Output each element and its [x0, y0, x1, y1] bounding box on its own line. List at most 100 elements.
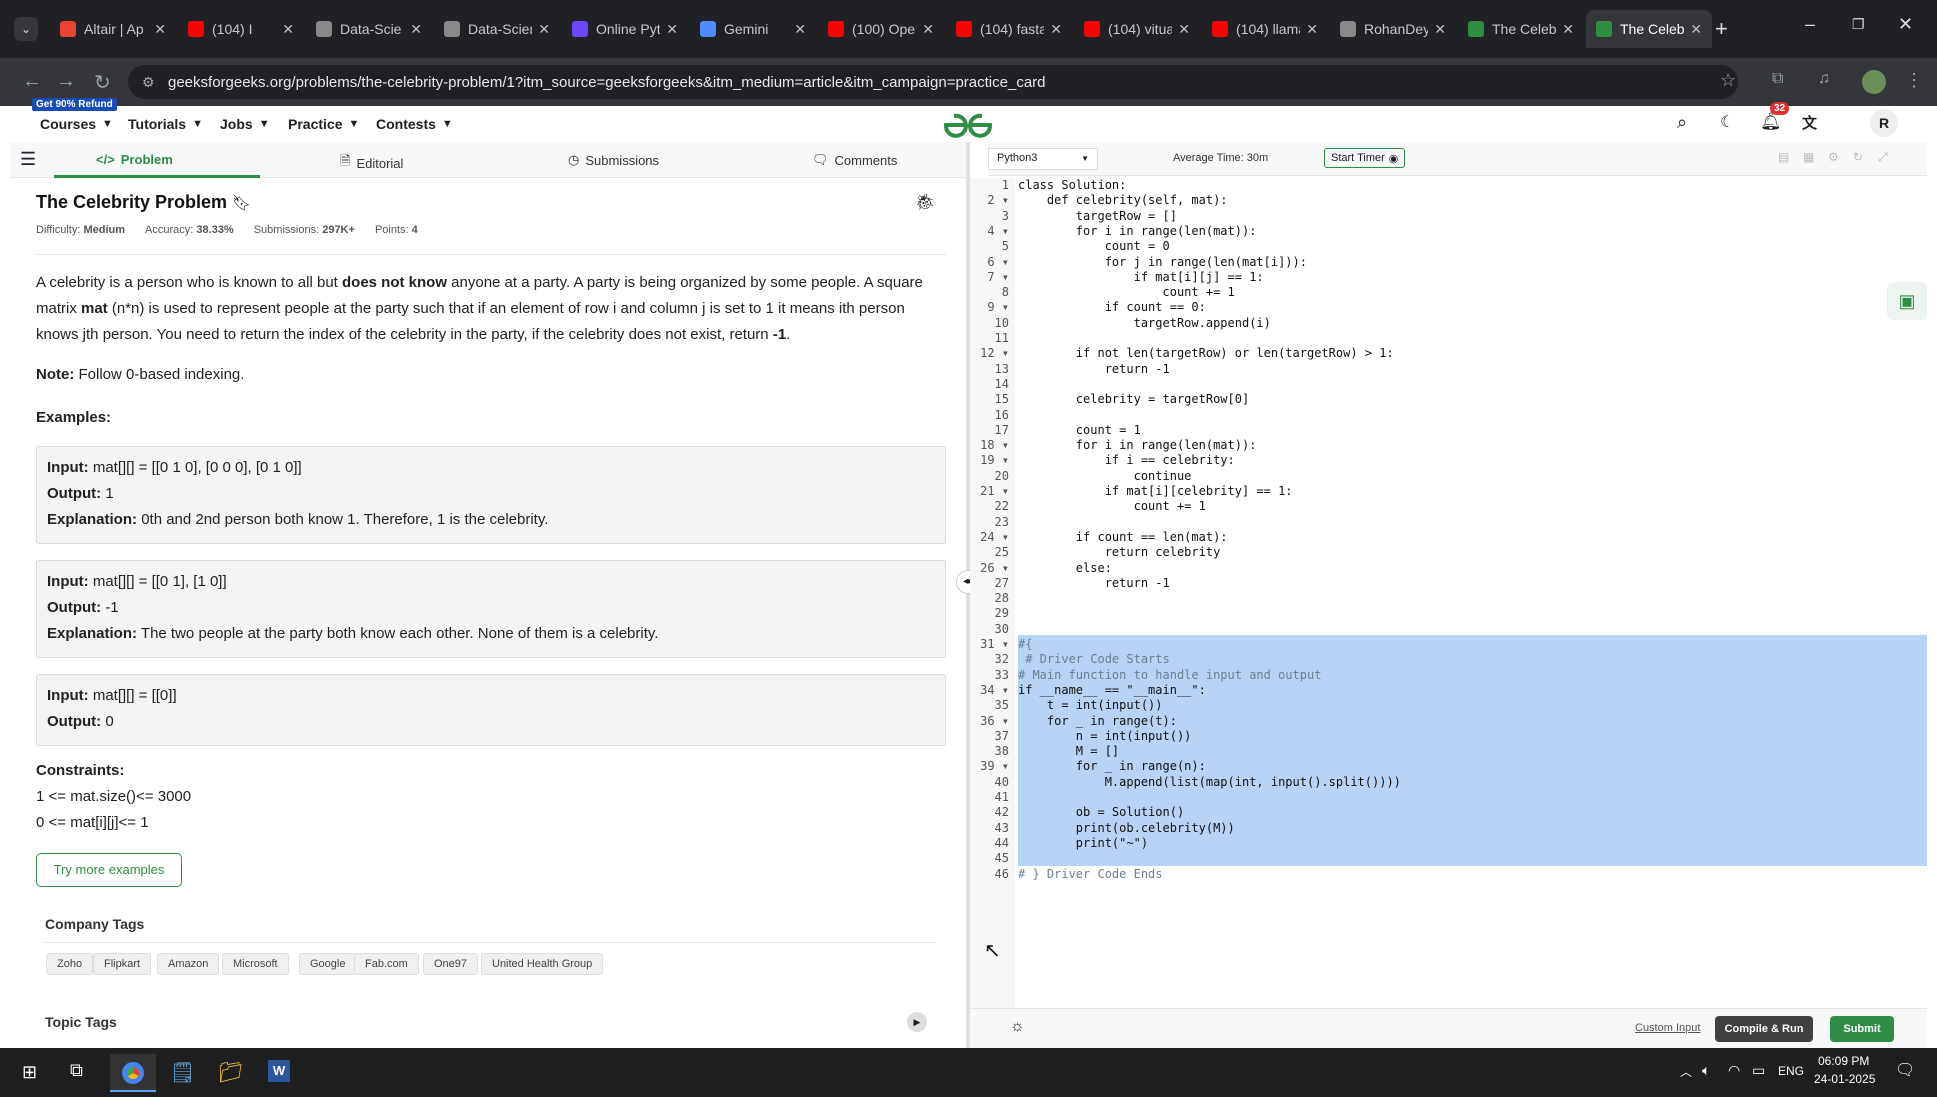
code-line[interactable]: n = int(input()) — [1018, 729, 1192, 743]
company-tag[interactable]: Amazon — [157, 953, 220, 975]
close-tab-icon[interactable]: ✕ — [1562, 21, 1574, 38]
code-line[interactable]: for _ in range(n): — [1018, 759, 1206, 773]
word-taskbar-icon[interactable]: W — [268, 1060, 290, 1082]
forward-icon[interactable]: → — [56, 70, 76, 93]
language-indicator[interactable]: ENG — [1778, 1064, 1804, 1078]
code-line[interactable]: for j in range(len(mat[i])): — [1018, 255, 1307, 269]
code-line[interactable]: if count == len(mat): — [1018, 530, 1228, 544]
hamburger-menu-icon[interactable]: ☰ — [20, 149, 36, 170]
toolbar-icon[interactable]: ▦ — [1803, 150, 1814, 164]
extensions-icon[interactable]: ⧉ — [1772, 70, 1783, 88]
compile-run-button[interactable]: Compile & Run — [1715, 1016, 1813, 1042]
browser-tab[interactable]: (104) vitua ✕ — [1074, 10, 1200, 48]
company-tag[interactable]: One97 — [423, 953, 479, 975]
code-line[interactable]: # } Driver Code Ends — [1018, 867, 1163, 881]
company-tag[interactable]: Microsoft — [222, 953, 289, 975]
windows-start-icon[interactable]: ⊞ — [22, 1062, 37, 1083]
back-icon[interactable]: ← — [22, 70, 42, 93]
company-tag[interactable]: Zoho — [46, 953, 94, 975]
code-line[interactable]: if __name__ == "__main__": — [1018, 683, 1206, 697]
minimize-icon[interactable]: – — [1805, 14, 1815, 35]
notepad-taskbar-icon[interactable]: 🗒︎ — [170, 1060, 195, 1085]
tab-problem[interactable]: </> Problem — [96, 152, 173, 167]
code-line[interactable]: if mat[i][celebrity] == 1: — [1018, 484, 1293, 498]
toolbar-icon[interactable]: ▤ — [1778, 150, 1789, 164]
close-tab-icon[interactable]: ✕ — [1690, 21, 1702, 38]
bookmark-star-icon[interactable]: ☆ — [1720, 70, 1736, 91]
code-line[interactable]: continue — [1018, 469, 1192, 483]
tab-comments[interactable]: 🗨︎ Comments — [812, 152, 897, 168]
close-tab-icon[interactable]: ✕ — [282, 21, 294, 38]
close-tab-icon[interactable]: ✕ — [1178, 21, 1190, 38]
browser-tab[interactable]: RohanDey ✕ — [1330, 10, 1456, 48]
start-timer-button[interactable]: Start Timer ◉ — [1324, 148, 1406, 168]
bell-icon[interactable]: 🔔︎ — [1760, 112, 1782, 132]
restore-icon[interactable]: ❐ — [1852, 16, 1865, 33]
feedback-chat-icon[interactable]: ▣ — [1887, 282, 1927, 320]
notification-center-icon[interactable]: 🗨︎ — [1895, 1060, 1915, 1080]
menu-dots-icon[interactable]: ⋮ — [1905, 70, 1923, 91]
browser-tab[interactable]: The Celeb ✕ — [1458, 10, 1584, 48]
code-line[interactable]: count = 0 — [1018, 239, 1170, 253]
tab-submissions[interactable]: ◷ Submissions — [568, 152, 659, 168]
browser-tab[interactable]: Gemini ✕ — [690, 10, 816, 48]
browser-tab[interactable]: (100) Oper ✕ — [818, 10, 944, 48]
translate-icon[interactable]: 文 — [1802, 112, 1817, 133]
avatar[interactable]: R — [1870, 109, 1898, 137]
chrome-taskbar-icon[interactable] — [110, 1054, 156, 1092]
profile-icon[interactable] — [1862, 70, 1886, 94]
volume-icon[interactable]: 🔈︎ — [1702, 1062, 1710, 1079]
code-line[interactable]: return -1 — [1018, 576, 1170, 590]
code-line[interactable]: for _ in range(t): — [1018, 714, 1177, 728]
nav-jobs[interactable]: Jobs ▼ — [220, 116, 270, 132]
code-line[interactable]: if mat[i][j] == 1: — [1018, 270, 1264, 284]
code-line[interactable]: for i in range(len(mat)): — [1018, 224, 1257, 238]
clock-date[interactable]: 24-01-2025 — [1814, 1072, 1875, 1086]
settings-icon[interactable]: ⚙ — [1828, 150, 1839, 164]
company-tag[interactable]: Flipkart — [93, 953, 152, 975]
media-icon[interactable]: ♫ — [1818, 70, 1830, 88]
tray-chevron-icon[interactable]: ︿ — [1680, 1063, 1692, 1080]
code-line[interactable]: if count == 0: — [1018, 300, 1206, 314]
nav-tutorials[interactable]: Tutorials ▼ — [128, 116, 203, 132]
theme-lightbulb-icon[interactable]: ☼ — [1010, 1018, 1025, 1036]
nav-courses[interactable]: Courses ▼ — [40, 116, 113, 132]
code-editor[interactable]: 1 2 ▾ 3 4 ▾ 5 6 ▾ 7 ▾ 8 9 ▾ 10 11 12 ▾ 13 14 1… — [970, 178, 1927, 1008]
code-line[interactable]: count += 1 — [1018, 499, 1206, 513]
try-more-examples-button[interactable]: Try more examples — [36, 853, 182, 887]
code-line[interactable]: if not len(targetRow) or len(targetRow) … — [1018, 346, 1394, 360]
browser-tab[interactable]: Online Pyt ✕ — [562, 10, 688, 48]
tab-search-icon[interactable]: ⌄ — [14, 17, 38, 41]
code-line[interactable]: return -1 — [1018, 362, 1170, 376]
bookmark-icon[interactable]: 🔖︎ — [232, 195, 251, 212]
code-line[interactable]: if i == celebrity: — [1018, 453, 1235, 467]
close-tab-icon[interactable]: ✕ — [1050, 21, 1062, 38]
language-select[interactable]: Python3 ▼ — [988, 148, 1098, 170]
close-tab-icon[interactable]: ✕ — [666, 21, 678, 38]
code-line[interactable]: targetRow = [] — [1018, 209, 1177, 223]
new-tab-button[interactable]: + — [1715, 16, 1728, 42]
browser-tab[interactable]: Data-Scie ✕ — [306, 10, 432, 48]
close-tab-icon[interactable]: ✕ — [1306, 21, 1318, 38]
code-line[interactable]: print("~") — [1018, 836, 1148, 850]
fullscreen-icon[interactable]: ⤢ — [1878, 150, 1888, 165]
wifi-icon[interactable]: ◠ — [1728, 1062, 1740, 1079]
code-line[interactable]: targetRow.append(i) — [1018, 316, 1271, 330]
gfg-logo-icon[interactable] — [940, 110, 996, 140]
url-field[interactable]: ⚙ geeksforgeeks.org/problems/the-celebri… — [128, 65, 1738, 99]
reset-icon[interactable]: ↻ — [1853, 150, 1863, 164]
code-line[interactable]: M.append(list(map(int, input().split()))… — [1018, 775, 1401, 789]
browser-tab[interactable]: Altair | Ap ✕ — [50, 10, 176, 48]
company-tag[interactable]: United Health Group — [481, 953, 604, 975]
battery-icon[interactable]: ▭ — [1752, 1062, 1765, 1079]
close-tab-icon[interactable]: ✕ — [410, 21, 422, 38]
browser-tab[interactable]: Data-Scien ✕ — [434, 10, 560, 48]
company-tag[interactable]: Fab.com — [354, 953, 419, 975]
code-line[interactable]: def celebrity(self, mat): — [1018, 193, 1228, 207]
tab-editorial[interactable]: 🗎︎ Editorial — [340, 152, 403, 174]
close-tab-icon[interactable]: ✕ — [1434, 21, 1446, 38]
code-line[interactable]: for i in range(len(mat)): — [1018, 438, 1257, 452]
code-line[interactable]: celebrity = targetRow[0] — [1018, 392, 1249, 406]
close-tab-icon[interactable]: ✕ — [922, 21, 934, 38]
nav-contests[interactable]: Contests ▼ — [376, 116, 453, 132]
